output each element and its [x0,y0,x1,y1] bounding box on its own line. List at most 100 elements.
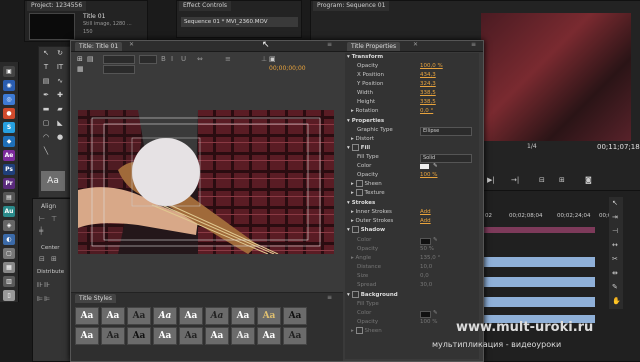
insert-icon[interactable]: ⊟ [539,176,545,184]
panel-menu-icon[interactable]: ≡ [327,294,332,301]
fill-color-swatch[interactable] [420,164,429,169]
style-swatch[interactable]: Aa [153,327,177,345]
align-text-icon[interactable]: ≡ [225,55,231,63]
style-swatch[interactable]: Aa [257,307,281,325]
bg-color-swatch[interactable] [420,311,431,318]
close-icon[interactable]: ✕ [129,41,134,48]
distribute-icons[interactable]: ⊪⊪ [37,281,51,289]
program-monitor-tab[interactable]: Program: Sequence 01 [313,1,390,11]
outer-strokes-add[interactable]: Add [420,217,431,226]
font-family-select[interactable] [103,55,135,64]
style-swatch[interactable]: Aa [127,307,151,325]
style-swatch[interactable]: Aa [101,307,125,325]
background-section[interactable]: ▾ Background [345,291,479,300]
dock-app-icon[interactable]: ◆ [3,136,15,147]
eyedropper-icon[interactable]: ✎ [433,162,438,171]
bg-sheen-checkbox[interactable] [355,327,363,334]
style-swatch[interactable]: Aa [231,307,255,325]
dock-app-icon[interactable]: ● [3,108,15,119]
dock-app-icon[interactable]: ▢ [3,248,15,259]
style-swatch[interactable]: Aa [179,327,203,345]
dock-app-icon[interactable]: ◈ [3,220,15,231]
sequence-selector[interactable]: Sequence 01 * MVI_2360.MOV [181,17,298,27]
shadow-color-swatch[interactable] [420,238,431,245]
eyedropper-icon[interactable]: ✎ [433,236,438,245]
effect-controls-tab[interactable]: Effect Controls [179,1,231,11]
shadow-section[interactable]: ▾ Shadow [345,226,479,235]
fill-opacity-value[interactable]: 100 % [420,171,437,180]
center-vertical-icon[interactable]: ⊞ [51,255,57,263]
distort-row[interactable]: ▸ Distort [345,135,479,144]
style-swatch[interactable]: Aa [101,327,125,345]
dock-app-icon[interactable]: Au [3,206,15,217]
line-tool-icon[interactable]: ╲ [41,147,51,156]
pen-tool-icon[interactable]: ✎ [612,283,618,291]
align-center-icon[interactable]: ╪ [39,227,43,235]
height-value[interactable]: 338,5 [420,98,436,107]
rectangle-tool-icon[interactable]: ▬ [41,105,51,114]
size-value[interactable]: 0,0 [420,272,429,281]
project-panel-tab[interactable]: Project: 1234556 [27,1,87,11]
ypos-value[interactable]: 324,3 [420,80,436,89]
style-swatch[interactable]: Aa [153,307,177,325]
timeline-clip[interactable] [483,277,595,287]
transform-section[interactable]: ▾ Transform [345,53,479,62]
font-size-field[interactable] [139,55,157,64]
dock-app-icon[interactable]: ▣ [3,66,15,77]
slip-icon[interactable]: ⇹ [612,269,618,277]
dock-app-icon[interactable]: ▦ [3,262,15,273]
rotation-tool-icon[interactable]: ↻ [55,49,65,58]
tab-stops-icon[interactable]: ⊥ [261,55,267,63]
style-swatch[interactable]: Aa [127,327,151,345]
selection-tool-icon[interactable]: ↖ [612,199,618,207]
dock-app-icon[interactable]: ◎ [3,94,15,105]
dock-app-icon[interactable]: Ae [3,150,15,161]
area-type-tool-icon[interactable]: ▤ [41,77,51,86]
timeline-clip[interactable] [483,297,595,307]
ellipse-shape[interactable] [132,138,200,206]
width-value[interactable]: 338,5 [420,89,436,98]
titler-canvas[interactable] [78,110,334,254]
style-swatch[interactable]: Aa [231,327,255,345]
eyedropper-icon[interactable]: ✎ [433,309,438,318]
ellipse-tool-icon[interactable]: ● [55,133,65,142]
add-anchor-icon[interactable]: ✚ [55,91,65,100]
templates-icon[interactable]: ▦ [77,65,84,73]
xpos-value[interactable]: 434,3 [420,71,436,80]
angle-value[interactable]: 135,0 ° [420,254,440,263]
style-swatch[interactable]: Aa [283,327,307,345]
trash-icon[interactable]: ▯ [3,290,15,301]
new-title-icon[interactable]: ⊞ [77,55,83,63]
sheen-row[interactable]: ▸ Sheen [345,180,479,189]
underline-icon[interactable]: U [181,55,186,63]
roll-crawl-icon[interactable]: ▤ [87,55,94,63]
dock-app-icon[interactable]: ◉ [3,80,15,91]
background-checkbox[interactable] [351,291,359,298]
shadow-checkbox[interactable] [351,226,359,233]
dock-app-icon[interactable]: Ps [3,164,15,175]
selection-tool-icon[interactable]: ↖ [41,49,51,58]
style-swatch[interactable]: Aa [75,307,99,325]
font-style-select[interactable] [103,65,135,74]
distance-value[interactable]: 10,0 [420,263,432,272]
wedge-tool-icon[interactable]: ◣ [55,119,65,128]
kerning-icon[interactable]: ⇔ [197,55,203,63]
rounded-rect-tool-icon[interactable]: ▢ [41,119,51,128]
rotation-value[interactable]: 0,0 ° [420,107,433,116]
bg-opacity-value[interactable]: 100 % [420,318,437,327]
ripple-edit-icon[interactable]: ⊣ [612,227,618,235]
go-to-out-icon[interactable]: →| [511,176,519,184]
sheen-checkbox[interactable] [355,180,363,187]
style-swatch[interactable]: Aa [75,327,99,345]
path-type-tool-icon[interactable]: ∿ [55,77,65,86]
clipped-rect-tool-icon[interactable]: ▰ [55,105,65,114]
title-styles-tab[interactable]: Title Styles [75,294,116,303]
vertical-type-tool-icon[interactable]: IT [55,63,65,72]
track-select-icon[interactable]: ⇥ [612,213,618,221]
show-background-icon[interactable]: ▣ [269,55,276,63]
panel-menu-icon[interactable]: ≡ [471,41,476,48]
step-forward-icon[interactable]: ▶| [487,176,495,184]
dock-app-icon[interactable]: ◐ [3,234,15,245]
opacity-value[interactable]: 100,0 % [420,62,443,71]
spread-value[interactable]: 30,0 [420,281,432,290]
